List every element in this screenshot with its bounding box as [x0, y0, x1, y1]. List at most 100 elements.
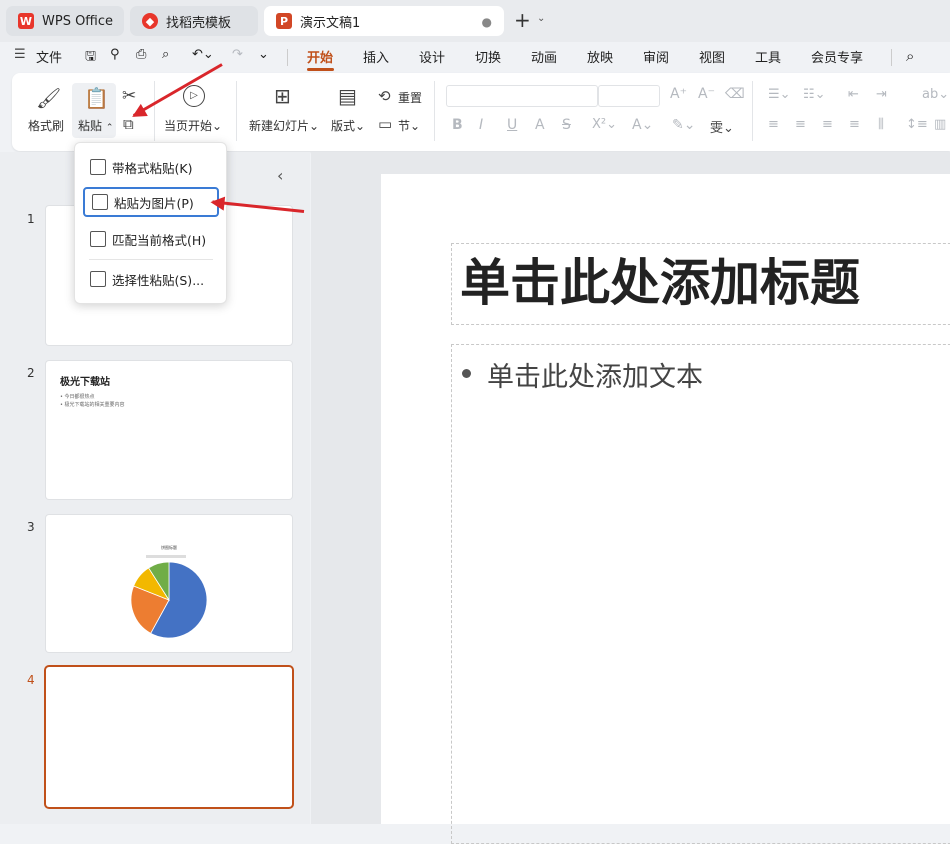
paste-icon[interactable]: 📋: [84, 86, 109, 110]
slide-number: 3: [27, 520, 35, 534]
tab-label: 演示文稿1: [300, 15, 361, 31]
section-button[interactable]: 节⌄: [398, 117, 420, 134]
from-current-button[interactable]: 当页开始⌄: [164, 117, 222, 134]
new-tab-button[interactable]: +: [514, 8, 531, 32]
menu-animation[interactable]: 动画: [531, 47, 557, 66]
save-icon[interactable]: 🖫: [85, 47, 96, 69]
paste-button[interactable]: 粘贴 ⌃: [78, 117, 113, 134]
font-color-icon[interactable]: A⌄: [632, 117, 653, 133]
grow-font-icon[interactable]: A⁺: [670, 86, 687, 102]
strikethrough-icon[interactable]: S: [562, 117, 571, 133]
pie-slices: [130, 561, 208, 639]
divider: [434, 81, 435, 141]
hamburger-icon[interactable]: ☰: [14, 47, 26, 62]
shadow-icon[interactable]: A: [535, 117, 545, 133]
menu-tools[interactable]: 工具: [755, 47, 781, 66]
format-painter-icon[interactable]: 🖌: [36, 86, 61, 110]
menu-insert[interactable]: 插入: [363, 47, 389, 66]
print-preview-icon[interactable]: ⌕: [162, 47, 169, 62]
tab-template[interactable]: ◆ 找稻壳模板: [130, 6, 258, 36]
columns-icon[interactable]: ▥: [934, 117, 946, 132]
wps-logo-icon: W: [18, 13, 34, 29]
format-painter-button[interactable]: 格式刷: [28, 117, 64, 134]
clipboard-picture-icon: [92, 194, 108, 210]
font-size-select[interactable]: [598, 85, 660, 107]
thumb-chart-title: 饼图标题: [161, 545, 177, 550]
menu-item-label: 粘贴为图片(P): [114, 195, 194, 211]
slide-thumbnail-3[interactable]: 饼图标题: [46, 515, 292, 652]
bullets-icon[interactable]: ☰⌄: [768, 87, 791, 102]
pie-chart: [130, 561, 208, 639]
menu-transition[interactable]: 切换: [475, 47, 501, 66]
align-right-icon[interactable]: ≡: [822, 117, 833, 132]
numbering-icon[interactable]: ☷⌄: [803, 87, 826, 102]
menu-slideshow[interactable]: 放映: [587, 47, 613, 66]
menu-home[interactable]: 开始: [307, 47, 333, 66]
clear-format-icon[interactable]: ⌫: [725, 86, 745, 102]
italic-icon[interactable]: I: [479, 117, 483, 133]
align-left-icon[interactable]: ≡: [768, 117, 779, 132]
tab-wps-office[interactable]: W WPS Office: [6, 6, 124, 36]
thumb-legend: [146, 555, 186, 558]
divider: [891, 49, 892, 66]
thumb-title: 极光下载站: [60, 377, 110, 388]
menu-design[interactable]: 设计: [419, 47, 445, 66]
cut-icon[interactable]: ✂: [122, 86, 136, 106]
search-icon[interactable]: ⌕: [906, 47, 914, 65]
distribute-icon[interactable]: ⫼: [878, 117, 884, 132]
shrink-font-icon[interactable]: A⁻: [698, 86, 715, 102]
slide-thumbnail-2[interactable]: 极光下载站 • 今日都很热点 • 极光下载站的相关重要内容: [46, 361, 292, 499]
title-placeholder[interactable]: 单击此处添加标题: [451, 243, 950, 325]
justify-icon[interactable]: ≡: [849, 117, 860, 132]
reset-button[interactable]: 重置: [398, 89, 422, 106]
superscript-icon[interactable]: X²⌄: [592, 117, 617, 132]
share-icon[interactable]: ⚲: [110, 47, 120, 62]
layout-icon[interactable]: ▤: [338, 84, 357, 108]
clipboard-match-icon: [90, 231, 106, 247]
divider: [154, 81, 155, 141]
slide-editor[interactable]: 单击此处添加标题 单击此处添加文本: [381, 174, 950, 844]
slide-number: 2: [27, 366, 35, 380]
menu-file[interactable]: 文件: [36, 47, 62, 66]
paste-as-picture-item[interactable]: 粘贴为图片(P): [83, 187, 219, 217]
menu-review[interactable]: 审阅: [643, 47, 669, 66]
highlight-icon[interactable]: ✎⌄: [672, 117, 695, 133]
text-direction-icon[interactable]: ab⌄: [922, 87, 949, 102]
menu-view[interactable]: 视图: [699, 47, 725, 66]
collapse-pane-icon[interactable]: ‹: [277, 166, 283, 185]
paste-special-item[interactable]: 选择性粘贴(S)...: [83, 264, 219, 294]
section-icon[interactable]: ▭: [378, 115, 392, 133]
line-spacing-icon[interactable]: ↕≡: [906, 117, 928, 132]
new-slide-icon[interactable]: ⊞: [274, 84, 291, 108]
align-center-icon[interactable]: ≡: [795, 117, 806, 132]
chevron-down-icon[interactable]: ⌄: [537, 13, 545, 24]
font-name-select[interactable]: [446, 85, 598, 107]
paste-match-format-item[interactable]: 匹配当前格式(H): [83, 224, 219, 254]
thumb-bullet-text: 极光下载站的相关重要内容: [64, 402, 125, 408]
redo-icon[interactable]: ↷: [232, 47, 243, 62]
layout-button[interactable]: 版式⌄: [331, 117, 365, 134]
thumb-bullet: • 极光下载站的相关重要内容: [60, 402, 125, 408]
slide-thumbnail-4-selected[interactable]: [46, 667, 292, 807]
bold-icon[interactable]: B: [452, 117, 463, 133]
thumb-bullet: • 今日都很热点: [60, 394, 95, 400]
play-icon[interactable]: ▷: [183, 85, 205, 107]
decrease-indent-icon[interactable]: ⇤: [848, 87, 859, 102]
tab-presentation[interactable]: P 演示文稿1 ●: [264, 6, 504, 36]
underline-icon[interactable]: U: [507, 117, 517, 133]
print-icon[interactable]: ⎙: [136, 47, 146, 62]
increase-indent-icon[interactable]: ⇥: [876, 87, 887, 102]
body-placeholder[interactable]: 单击此处添加文本: [451, 344, 950, 844]
active-tab-underline: [307, 68, 334, 71]
more-chevron-icon[interactable]: ⌄: [258, 47, 269, 62]
reset-icon[interactable]: ⟲: [378, 87, 391, 105]
menu-membership[interactable]: 会员专享: [811, 47, 863, 66]
char-spacing-icon[interactable]: 雯⌄: [710, 117, 734, 136]
undo-icon[interactable]: ↶⌄: [192, 47, 214, 62]
new-slide-button[interactable]: 新建幻灯片⌄: [249, 117, 319, 134]
presentation-icon: P: [276, 13, 292, 29]
menu-divider: [89, 259, 213, 260]
paste-keep-format-item[interactable]: 带格式粘贴(K): [83, 152, 219, 182]
new-slide-label: 新建幻灯片: [249, 119, 310, 133]
thumb-bullet-text: 今日都很热点: [64, 394, 95, 400]
